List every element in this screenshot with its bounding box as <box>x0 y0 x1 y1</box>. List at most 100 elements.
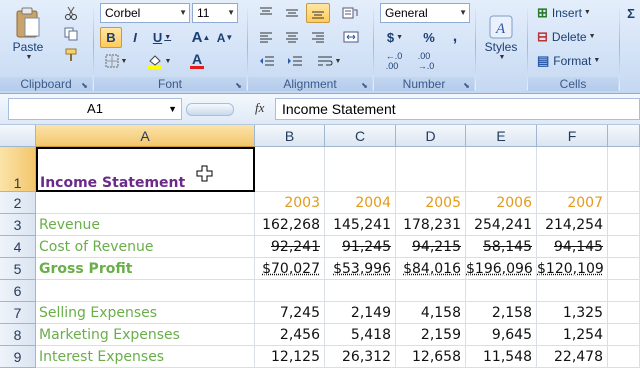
row-header[interactable]: 2 <box>0 192 36 214</box>
cell-value[interactable]: 2,158 <box>466 302 537 324</box>
cell-value[interactable]: 254,241 <box>466 214 537 236</box>
cell-empty[interactable] <box>608 147 640 192</box>
cell-empty[interactable] <box>608 324 640 346</box>
cell-value[interactable]: 12,658 <box>396 346 466 368</box>
cell-label[interactable]: Interest Expenses <box>36 346 255 368</box>
cell-value[interactable]: $70,027 <box>255 258 325 280</box>
cell-value[interactable] <box>537 280 608 302</box>
bold-button[interactable]: B <box>100 27 122 48</box>
align-right-button[interactable] <box>306 27 330 47</box>
wrap-text-button[interactable]: ▼ <box>314 51 344 71</box>
column-header-b[interactable]: B <box>255 125 325 147</box>
cell-empty[interactable] <box>608 258 640 280</box>
row-header[interactable]: 7 <box>0 302 36 324</box>
cell-label[interactable]: Marketing Expenses <box>36 324 255 346</box>
column-header-e[interactable]: E <box>466 125 537 147</box>
cell-value[interactable]: 214,254 <box>537 214 608 236</box>
cell-value[interactable] <box>396 280 466 302</box>
cell-value[interactable]: 91,245 <box>325 236 396 258</box>
cell-empty[interactable] <box>608 236 640 258</box>
insert-button[interactable]: ⊞ Insert ▼ <box>532 3 616 22</box>
row-header[interactable]: 6 <box>0 280 36 302</box>
cell-value[interactable]: 9,645 <box>466 324 537 346</box>
column-header-f[interactable]: F <box>537 125 608 147</box>
align-bottom-button[interactable] <box>306 3 330 23</box>
formula-input[interactable]: Income Statement <box>275 98 640 120</box>
cell-value[interactable]: 12,125 <box>255 346 325 368</box>
cell-value[interactable]: 7,245 <box>255 302 325 324</box>
row-header[interactable]: 3 <box>0 214 36 236</box>
formula-bar-grip[interactable] <box>186 103 234 116</box>
cell-value[interactable]: 2006 <box>466 192 537 214</box>
cell-value[interactable]: $84,016 <box>396 258 466 280</box>
cell-value[interactable] <box>537 147 608 192</box>
cell-label[interactable]: Selling Expenses <box>36 302 255 324</box>
font-color-button[interactable]: A <box>180 51 214 71</box>
cell-value[interactable] <box>466 147 537 192</box>
shrink-font-button[interactable]: A ▼ <box>214 27 236 48</box>
cell-empty[interactable] <box>608 192 640 214</box>
cell-value[interactable]: 2,159 <box>396 324 466 346</box>
comma-button[interactable]: , <box>444 27 466 47</box>
format-button[interactable]: ▤ Format ▼ <box>532 51 616 70</box>
cell-value[interactable]: 94,215 <box>396 236 466 258</box>
cell-value[interactable]: 2004 <box>325 192 396 214</box>
row-header[interactable]: 9 <box>0 346 36 368</box>
editing-partial-button[interactable]: Σ <box>622 3 640 23</box>
merge-center-button[interactable] <box>336 27 366 47</box>
cell-label[interactable]: Cost of Revenue <box>36 236 255 258</box>
row-header[interactable]: 5 <box>0 258 36 280</box>
cell-a1-title[interactable]: Income Statement <box>36 147 255 192</box>
paste-button[interactable]: Paste ▼ <box>8 2 48 64</box>
row-header[interactable]: 1 <box>0 147 36 192</box>
cell-value[interactable] <box>255 280 325 302</box>
column-header-g[interactable] <box>608 125 640 147</box>
fill-color-button[interactable]: ▼ <box>142 51 176 71</box>
increase-indent-button[interactable] <box>282 51 308 71</box>
styles-button[interactable]: A Styles ▼ <box>480 2 522 72</box>
currency-button[interactable]: $ ▼ <box>380 27 410 47</box>
cell-value[interactable]: 145,241 <box>325 214 396 236</box>
name-box[interactable]: A1 ▼ <box>8 98 182 120</box>
cell-value[interactable]: 4,158 <box>396 302 466 324</box>
align-center-button[interactable] <box>280 27 304 47</box>
cell-value[interactable]: 2003 <box>255 192 325 214</box>
cell-value[interactable]: 2,149 <box>325 302 396 324</box>
clipboard-launcher-icon[interactable]: ⬊ <box>80 81 89 90</box>
increase-decimal-button[interactable]: ←.0.00 <box>380 51 408 71</box>
cell-empty[interactable] <box>608 214 640 236</box>
cell-value[interactable]: $120,109 <box>537 258 608 280</box>
select-all-corner[interactable] <box>0 125 36 147</box>
cell-label[interactable]: Revenue <box>36 214 255 236</box>
fx-icon[interactable]: fx <box>255 100 264 116</box>
cell-value[interactable]: 22,478 <box>537 346 608 368</box>
number-format-select[interactable]: General ▼ <box>380 3 470 23</box>
cell-value[interactable]: 2005 <box>396 192 466 214</box>
font-size-select[interactable]: 11 ▼ <box>192 3 238 23</box>
column-header-d[interactable]: D <box>396 125 466 147</box>
cell-value[interactable]: 2007 <box>537 192 608 214</box>
cell-value[interactable]: 94,145 <box>537 236 608 258</box>
cell-empty[interactable] <box>608 302 640 324</box>
cell-value[interactable]: 2,456 <box>255 324 325 346</box>
cell-label[interactable]: Gross Profit <box>36 258 255 280</box>
cell-value[interactable]: 58,145 <box>466 236 537 258</box>
cell-empty[interactable] <box>608 346 640 368</box>
align-left-button[interactable] <box>254 27 278 47</box>
format-painter-button[interactable] <box>60 46 82 64</box>
underline-button[interactable]: U ▼ <box>148 27 176 48</box>
cell-value[interactable]: $53,996 <box>325 258 396 280</box>
align-middle-button[interactable] <box>280 3 304 23</box>
align-top-button[interactable] <box>254 3 278 23</box>
column-header-a[interactable]: A <box>36 125 255 147</box>
copy-button[interactable] <box>60 25 82 43</box>
cut-button[interactable] <box>60 4 82 22</box>
delete-button[interactable]: ⊟ Delete ▼ <box>532 27 616 46</box>
row-header[interactable]: 4 <box>0 236 36 258</box>
number-launcher-icon[interactable]: ⬊ <box>462 81 471 90</box>
cell-value[interactable] <box>255 147 325 192</box>
font-launcher-icon[interactable]: ⬊ <box>234 81 243 90</box>
cell-value[interactable]: 178,231 <box>396 214 466 236</box>
cell-value[interactable]: 11,548 <box>466 346 537 368</box>
cell-value[interactable] <box>325 147 396 192</box>
